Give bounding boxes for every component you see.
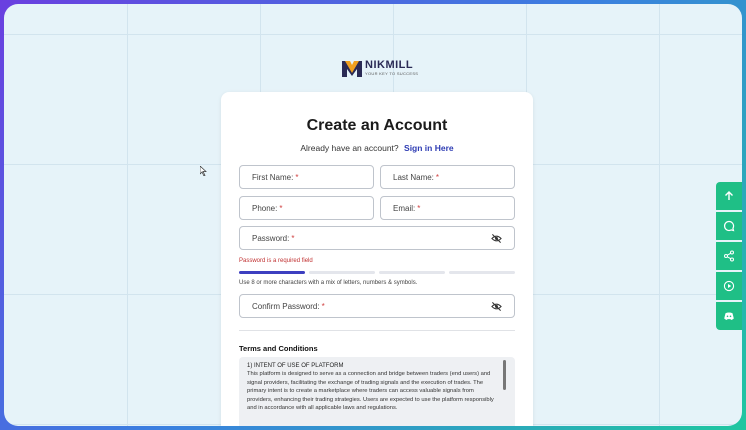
- first-name-field[interactable]: First Name: *: [239, 165, 374, 189]
- password-error: Password is a required field: [239, 258, 313, 264]
- divider: [239, 330, 515, 331]
- strength-segment-4: [449, 271, 515, 274]
- mouse-cursor-icon: [200, 166, 207, 176]
- strength-segment-2: [309, 271, 375, 274]
- email-field[interactable]: Email: *: [380, 196, 515, 220]
- confirm-password-field[interactable]: Confirm Password: *: [239, 294, 515, 318]
- terms-scrollbar[interactable]: [503, 360, 506, 390]
- brand-tagline: YOUR KEY TO SUCCESS: [365, 71, 419, 76]
- terms-section-body: This platform is designed to serve as a …: [247, 371, 494, 411]
- required-marker: *: [435, 172, 440, 182]
- first-name-label: First Name:: [252, 172, 294, 182]
- brand-logo[interactable]: NIKMILL YOUR KEY TO SUCCESS: [342, 59, 418, 77]
- arrow-up-icon: [725, 191, 733, 200]
- password-field[interactable]: Password: *: [239, 226, 515, 250]
- confirm-password-label: Confirm Password:: [252, 301, 320, 311]
- signup-card: Create an Account Already have an accoun…: [221, 92, 533, 426]
- signin-link[interactable]: Sign in Here: [404, 143, 454, 153]
- required-marker: *: [291, 233, 295, 243]
- play-icon: [723, 280, 735, 292]
- share-button[interactable]: [716, 242, 742, 270]
- strength-segment-3: [379, 271, 445, 274]
- email-label: Email:: [393, 203, 416, 213]
- discord-button[interactable]: [716, 302, 742, 330]
- phone-label: Phone:: [252, 203, 278, 213]
- signin-prompt: Already have an account?: [300, 143, 399, 153]
- chat-icon: [723, 220, 735, 232]
- password-hint: Use 8 or more characters with a mix of l…: [239, 280, 418, 286]
- required-marker: *: [295, 172, 299, 182]
- last-name-label: Last Name:: [393, 172, 434, 182]
- required-marker: *: [417, 203, 421, 213]
- terms-section-heading: 1) INTENT OF USE OF PLATFORM: [247, 363, 344, 369]
- chat-button[interactable]: [716, 212, 742, 240]
- signin-prompt-line: Already have an account? Sign in Here: [221, 143, 533, 153]
- share-icon: [724, 250, 734, 262]
- terms-title: Terms and Conditions: [239, 344, 318, 353]
- eye-slash-icon[interactable]: [491, 301, 502, 312]
- required-marker: *: [279, 203, 283, 213]
- password-label: Password:: [252, 233, 290, 243]
- page-title: Create an Account: [306, 117, 448, 134]
- video-button[interactable]: [716, 272, 742, 300]
- page-background: NIKMILL YOUR KEY TO SUCCESS Create an Ac…: [4, 4, 742, 426]
- scroll-top-button[interactable]: [716, 182, 742, 210]
- nikmill-logo-icon: [342, 61, 362, 77]
- required-marker: *: [321, 301, 325, 311]
- brand-name: NIKMILL: [365, 59, 414, 71]
- eye-slash-icon[interactable]: [491, 233, 502, 244]
- terms-scroll-box[interactable]: 1) INTENT OF USE OF PLATFORM This platfo…: [239, 357, 515, 426]
- discord-icon: [724, 312, 734, 320]
- strength-segment-1: [239, 271, 305, 274]
- last-name-field[interactable]: Last Name: *: [380, 165, 515, 189]
- phone-field[interactable]: Phone: *: [239, 196, 374, 220]
